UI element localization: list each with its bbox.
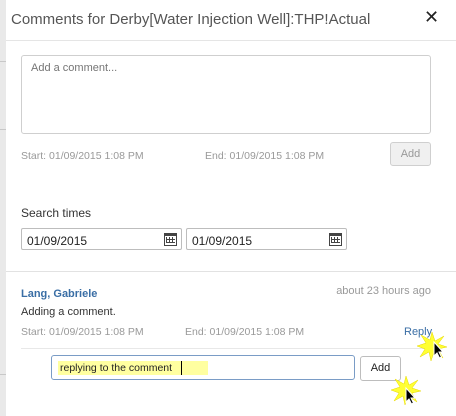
comment-end-time: End: 01/09/2015 1:08 PM: [185, 326, 305, 338]
search-end-date-value: 01/09/2015: [192, 234, 253, 248]
reply-input[interactable]: replying to the comment: [51, 355, 355, 380]
header-divider: [6, 40, 456, 41]
calendar-icon[interactable]: [164, 233, 177, 246]
dialog-title: Comments for Derby[Water Injection Well]…: [11, 11, 371, 28]
comments-dialog: Comments for Derby[Water Injection Well]…: [6, 0, 456, 416]
search-start-date-field[interactable]: 01/09/2015: [21, 228, 182, 250]
click-burst-icon: [390, 375, 422, 406]
click-burst-icon: [416, 331, 448, 362]
comments-divider: [6, 271, 456, 272]
comment-text: Adding a comment.: [21, 306, 116, 318]
add-comment-button[interactable]: Add: [390, 142, 431, 166]
search-end-date-field[interactable]: 01/09/2015: [186, 228, 347, 250]
calendar-icon[interactable]: [329, 233, 342, 246]
new-comment-textarea[interactable]: [21, 55, 431, 134]
comment-timestamp: about 23 hours ago: [336, 285, 431, 297]
reply-divider: [21, 348, 431, 349]
search-start-date-value: 01/09/2015: [27, 234, 88, 248]
new-comment-start-time: Start: 01/09/2015 1:08 PM: [21, 150, 144, 162]
new-comment-end-time: End: 01/09/2015 1:08 PM: [205, 150, 325, 162]
text-caret: [181, 361, 182, 375]
close-icon[interactable]: ✕: [424, 7, 439, 27]
comment-start-time: Start: 01/09/2015 1:08 PM: [21, 326, 144, 338]
reply-input-value: replying to the comment: [60, 362, 173, 374]
search-times-label: Search times: [21, 206, 92, 220]
comment-author[interactable]: Lang, Gabriele: [21, 288, 97, 300]
